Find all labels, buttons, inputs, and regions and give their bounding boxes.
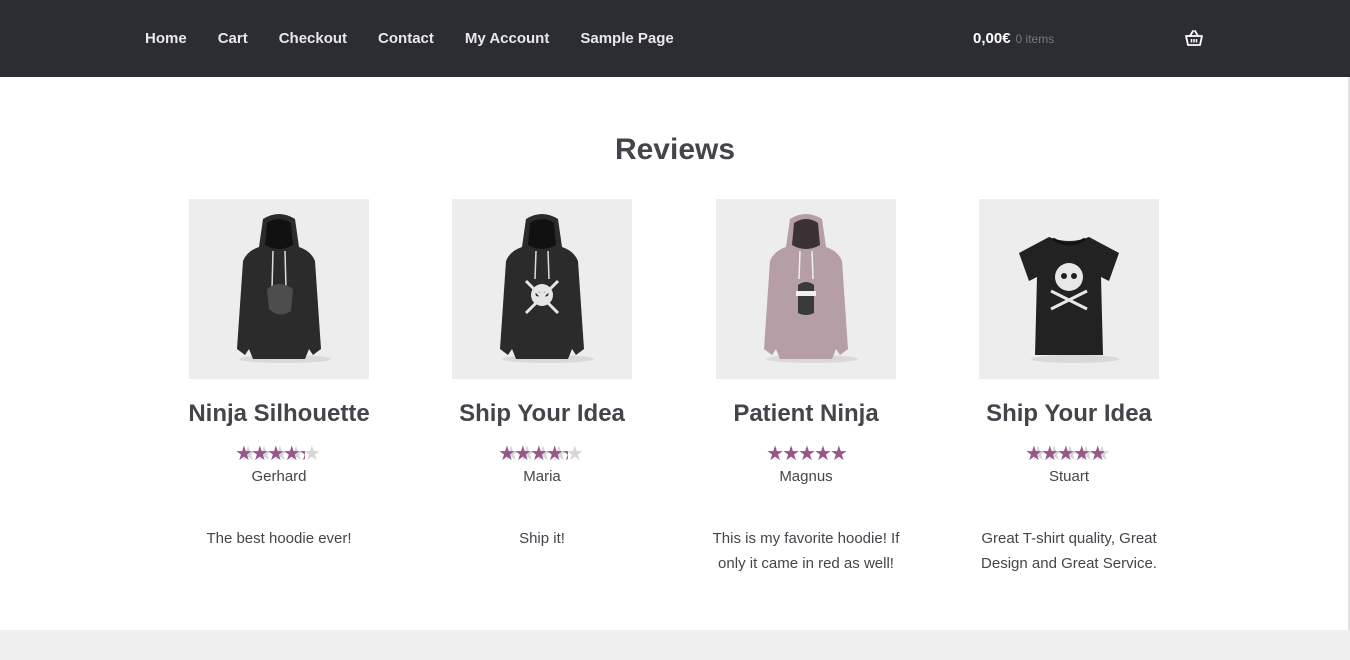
reviewer-name: Magnus <box>779 468 833 485</box>
product-image-hoodie[interactable] <box>452 199 632 379</box>
rating-stars: ★★★★★ ★★★★★ <box>1025 445 1113 463</box>
cart-item-count: 0 items <box>1015 32 1055 46</box>
rating-stars: ★★★★★ ★★★★★ <box>235 445 323 463</box>
primary-navigation: Home Cart Checkout Contact My Account Sa… <box>145 30 705 48</box>
review-card: Ninja Silhouette ★★★★★ ★★★★★ Gerhard The… <box>169 199 389 551</box>
review-card: Patient Ninja ★★★★★ ★★★★★ Magnus This is… <box>696 199 916 576</box>
rating-stars-filled: ★★★★★ <box>766 445 848 463</box>
nav-my-account-link[interactable]: My Account <box>465 30 549 48</box>
product-name[interactable]: Ship Your Idea <box>432 399 652 429</box>
rating-stars-filled: ★★★★★ <box>1025 445 1105 463</box>
review-comment: Ship it! <box>519 530 565 547</box>
nav-sample-page-link[interactable]: Sample Page <box>580 30 673 48</box>
rating-stars-filled: ★★★★★ <box>498 445 568 463</box>
rating-stars-filled: ★★★★★ <box>235 445 305 463</box>
cart-amount: 0,00€ <box>973 30 1011 47</box>
site-header: Home Cart Checkout Contact My Account Sa… <box>0 0 1350 77</box>
nav-cart-link[interactable]: Cart <box>218 30 248 48</box>
nav-contact-link[interactable]: Contact <box>378 30 434 48</box>
rating-stars: ★★★★★ ★★★★★ <box>498 445 586 463</box>
section-title: Reviews <box>614 133 736 166</box>
review-comment: The best hoodie ever! <box>206 530 352 547</box>
reviewer-name: Stuart <box>1048 468 1090 485</box>
nav-home-link[interactable]: Home <box>145 30 187 48</box>
product-image-hoodie[interactable] <box>189 199 369 379</box>
site-footer <box>0 630 1350 660</box>
product-name[interactable]: Ninja Silhouette <box>169 399 389 429</box>
review-comment: This is my favorite hoodie! If only it c… <box>712 530 900 572</box>
nav-checkout-link[interactable]: Checkout <box>279 30 347 48</box>
product-name[interactable]: Ship Your Idea <box>959 399 1179 429</box>
review-card: Ship Your Idea ★★★★★ ★★★★★ Maria Ship it… <box>432 199 652 551</box>
product-image-tshirt[interactable] <box>979 199 1159 379</box>
review-card: Ship Your Idea ★★★★★ ★★★★★ Stuart Great … <box>959 199 1179 576</box>
header-cart-total[interactable]: 0,00€ 0 items <box>973 30 1054 48</box>
basket-icon[interactable] <box>1185 29 1203 47</box>
product-name[interactable]: Patient Ninja <box>696 399 916 429</box>
reviewer-name: Gerhard <box>251 468 307 485</box>
rating-stars: ★★★★★ ★★★★★ <box>762 445 850 463</box>
review-comment: Great T-shirt quality, Great Design and … <box>981 530 1157 572</box>
product-image-hoodie[interactable] <box>716 199 896 379</box>
reviewer-name: Maria <box>523 468 561 485</box>
